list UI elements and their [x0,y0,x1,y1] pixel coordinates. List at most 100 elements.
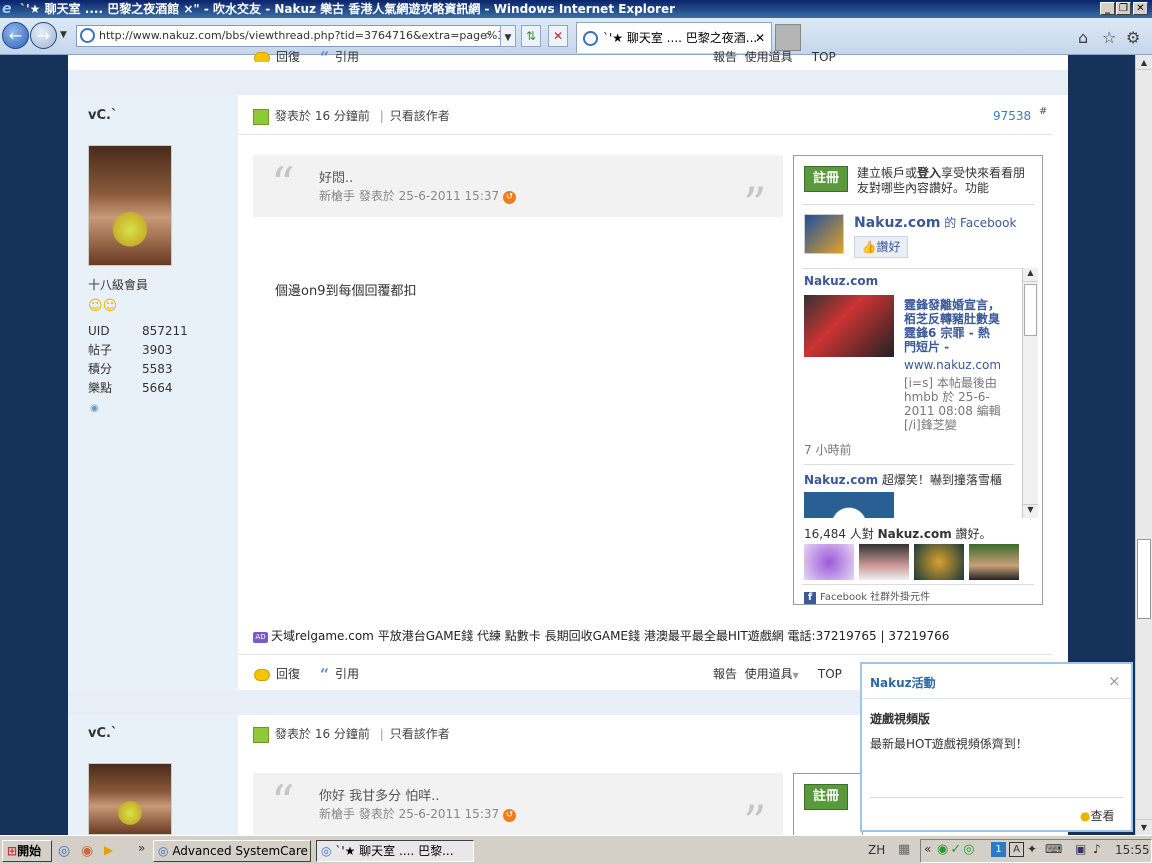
popup-view-label: 查看 [1090,809,1115,823]
fb-feed-scrollbar[interactable]: ▲ ▼ [1022,268,1038,518]
scroll-down-icon[interactable]: ▼ [1023,504,1038,518]
ad-line[interactable]: AD 天域relgame.com 平放港台GAME錢 代練 點數卡 長期回收GAM… [253,627,949,644]
likes-page[interactable]: Nakuz.com [878,527,952,541]
scroll-up-icon[interactable]: ▲ [1023,268,1038,282]
page-scrollbar[interactable]: ▲ ▼ [1135,55,1152,835]
player-quicklaunch-icon[interactable]: ▶ [104,843,113,857]
address-text: http://www.nakuz.com/bbs/viewthread.php?… [99,29,501,42]
network-icon[interactable]: ▣ [1075,842,1086,856]
forward-button[interactable]: → [30,22,57,49]
clock[interactable]: 15:55 [1115,843,1150,857]
prev-reply-link[interactable]: 回復 [276,50,300,62]
fan-avatar[interactable] [859,544,909,580]
ie-logo-icon: e [2,1,12,17]
task-ie-window[interactable]: ◎ `'★ 聊天室 .... 巴黎... [316,840,474,862]
prev-top-link[interactable]: TOP [812,50,836,62]
fb-login-link[interactable]: 登入 [917,166,941,180]
restore-button[interactable]: ❐ [1116,2,1131,15]
feed-thumbnail[interactable] [804,295,894,357]
fb-feed: Nakuz.com 霆鋒發離婚宣言，栢芝反轉豬肚數臭霆鋒6 宗罪 - 熱門短片 … [804,274,1020,518]
fan-avatar[interactable] [969,544,1019,580]
prev-report-link[interactable]: 報告 [713,50,737,62]
scroll-down-icon[interactable]: ▼ [1136,819,1152,834]
ie-icon: ◎ [321,844,332,858]
reply-link[interactable]: 回復 [276,667,300,681]
nakuz-logo[interactable] [804,214,844,254]
register-button[interactable]: 註冊 [804,166,848,192]
tray-pin-icon[interactable]: ✦ [1027,842,1037,856]
favorites-star-icon[interactable]: ☆ [1102,28,1116,47]
avatar[interactable] [88,145,172,266]
stop-button[interactable]: ✕ [548,25,568,47]
quote-link[interactable]: 引用 [335,667,359,681]
post-separator [68,70,1068,95]
fb-like-button[interactable]: 👍讚好 [854,236,908,258]
stat-value: 857211 [142,324,188,338]
fb-page-link[interactable]: Nakuz.com [854,215,940,231]
feed-url[interactable]: www.nakuz.com [904,358,1001,372]
goto-post-icon[interactable]: ↺ [502,809,516,822]
fb-scroll-thumb[interactable] [1024,284,1037,336]
lightbulb-icon: ● [1080,809,1091,823]
back-button[interactable]: ← [2,22,29,49]
task-label: `'★ 聊天室 .... 巴黎... [335,844,454,858]
tray-kb-icon[interactable]: ⌨ [1045,842,1062,856]
register-button[interactable]: 註冊 [804,784,848,810]
popup-title: Nakuz活動 [870,676,936,690]
fan-avatar[interactable] [914,544,964,580]
only-author-link[interactable]: 只看該作者 [390,727,450,741]
task-advanced-systemcare[interactable]: ◎ Advanced SystemCare V4 [153,840,311,862]
search-icon[interactable]: ⌕ [484,28,491,43]
stat-value: 5664 [142,381,173,395]
address-dropdown-button[interactable]: ▼ [500,25,516,47]
tray-expand-icon[interactable]: « [924,842,931,856]
quicklaunch-more-icon[interactable]: » [138,841,145,855]
top-link[interactable]: TOP [818,667,842,681]
quote-signature: 新槍手 發表於 25-6-2011 15:37 ↺ [319,805,516,822]
ie-quicklaunch-icon[interactable]: ◎ [58,843,70,859]
prev-quote-link[interactable]: 引用 [335,50,359,62]
author-rank: 十八級會員 [88,278,149,292]
language-indicator[interactable]: ZH [868,843,885,857]
gear-icon[interactable]: ⚙ [1126,28,1140,47]
site-favicon-icon [80,28,95,43]
ad-text: 天域relgame.com 平放港台GAME錢 代練 點數卡 長期回收GAME錢… [271,629,950,643]
tray-a-icon[interactable]: A [1009,842,1024,857]
tools-link[interactable]: 使用道具 [745,667,793,681]
close-window-button[interactable]: ✕ [1133,2,1148,15]
stat-label: UID [88,324,110,338]
fb-intro: 建立帳戶或登入享受快來看看朋友對哪些內容讚好。功能 [857,166,1035,196]
scroll-up-icon[interactable]: ▲ [1136,55,1152,70]
feed-title[interactable]: 霆鋒發離婚宣言，栢芝反轉豬肚數臭霆鋒6 宗罪 - 熱門短片 - [904,298,1000,354]
home-icon[interactable]: ⌂ [1078,28,1088,47]
refresh-button[interactable]: ⇅ [521,25,541,47]
tray-app-icons[interactable]: ◉✓◎ [937,842,977,857]
fan-avatar[interactable] [804,544,854,580]
report-link[interactable]: 報告 [713,667,737,681]
history-dropdown-icon[interactable]: ▼ [60,30,67,40]
minimize-button[interactable]: _ [1100,2,1115,15]
popup-view-link[interactable]: ●查看 [1080,807,1115,824]
start-button[interactable]: ⊞開始 [2,840,52,862]
tray-1-icon[interactable]: 1 [991,842,1006,857]
floor-number[interactable]: 97538 [993,109,1031,123]
author-name[interactable]: vC.` [88,726,117,741]
volume-icon[interactable]: ♪ [1093,842,1101,856]
feed2-thumbnail[interactable] [804,492,894,518]
author-name[interactable]: vC.` [88,108,117,123]
page-scroll-thumb[interactable] [1137,539,1151,619]
goto-post-icon[interactable]: ↺ [502,191,516,204]
popup-close-button[interactable]: × [1108,672,1121,690]
media-quicklaunch-icon[interactable]: ◉ [81,843,93,859]
address-bar[interactable]: http://www.nakuz.com/bbs/viewthread.php?… [76,25,502,47]
keyboard-icon[interactable]: ▦ [898,842,910,857]
only-author-link[interactable]: 只看該作者 [390,109,450,123]
feed-source[interactable]: Nakuz.com [804,274,1020,288]
feed-time: 7 小時前 [804,443,852,457]
facebook-like-box-2: 註冊 [793,773,863,835]
avatar[interactable] [88,763,172,835]
post-time: 發表於 16 分鐘前 [275,727,370,741]
feed2-source[interactable]: Nakuz.com [804,473,878,487]
new-tab-button[interactable] [775,24,801,51]
prev-tools-link[interactable]: 使用道具 [745,50,793,62]
